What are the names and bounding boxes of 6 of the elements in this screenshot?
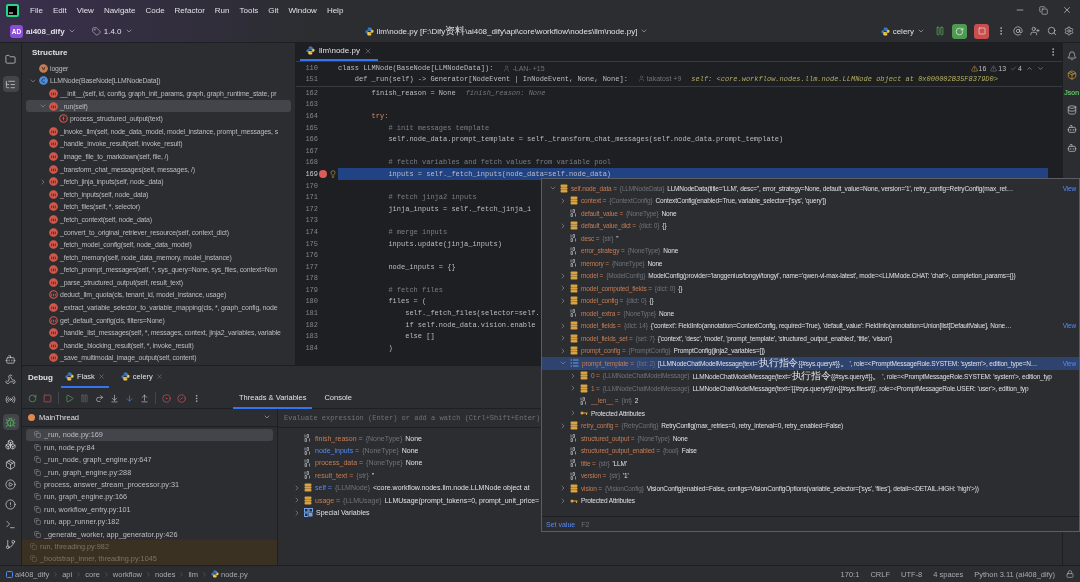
branch-name: 1.4.0 [103, 26, 122, 36]
panel-title: Structure [32, 48, 68, 57]
file-path: llm\node.py [F:\Dify资料\ai408_dify\api\core\workflow\nodes\llm\node.py] [376, 26, 638, 37]
run-config-name: celery [892, 26, 914, 36]
panel-title: Debug [28, 372, 53, 382]
project-name: ai408_dify [26, 26, 65, 36]
